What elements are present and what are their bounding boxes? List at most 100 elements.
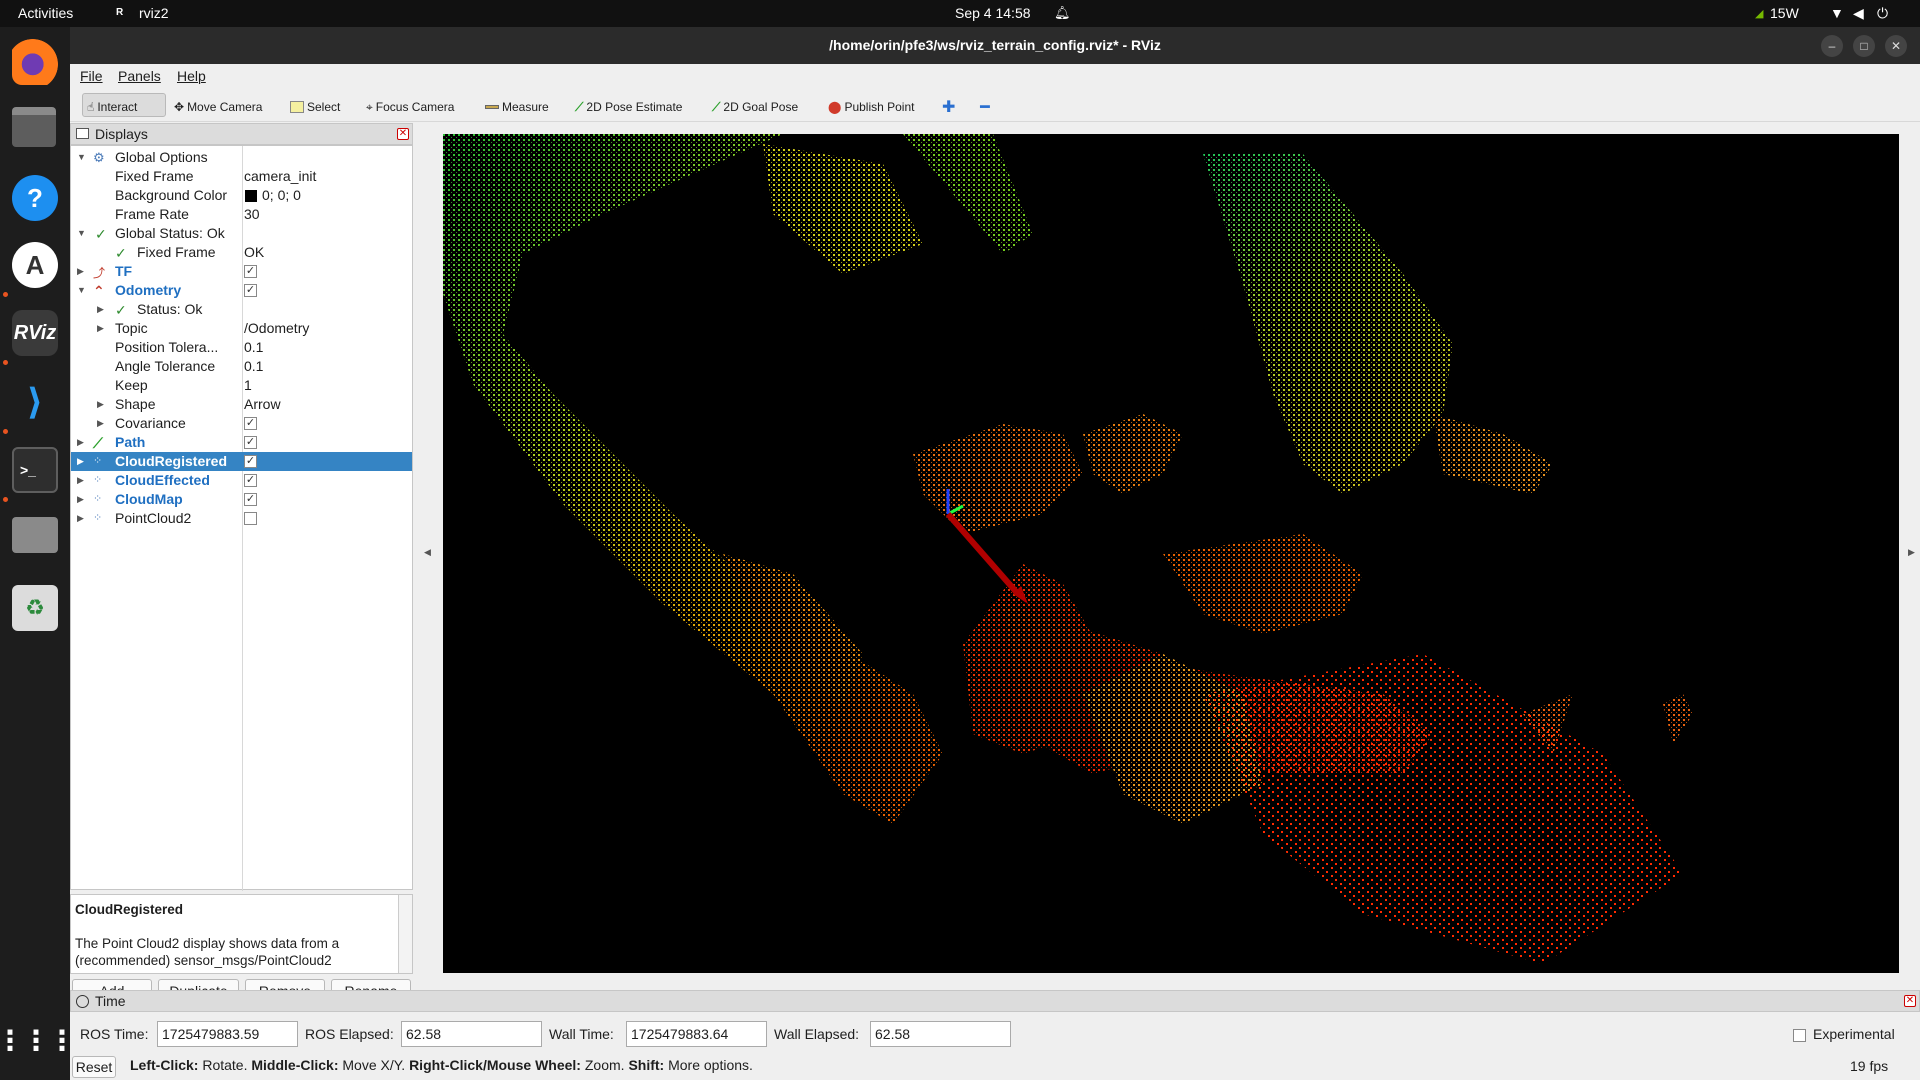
enable-checkbox[interactable]: ✓ — [244, 265, 257, 278]
row-value[interactable]: 0.1 — [244, 339, 263, 355]
tree-row-background-color[interactable]: Background Color 0; 0; 0 — [71, 186, 412, 205]
tree-row-global-status[interactable]: ▼ ✓ Global Status: Ok — [71, 224, 412, 243]
experimental-checkbox[interactable] — [1793, 1029, 1806, 1042]
rviz-icon[interactable]: RViz — [12, 310, 58, 356]
tree-row-path[interactable]: ▶ ⟋ Path ✓ — [71, 433, 412, 452]
row-value[interactable]: /Odometry — [244, 320, 309, 336]
goal-pose-tool[interactable]: ⟋ 2D Goal Pose — [708, 93, 802, 117]
color-swatch[interactable] — [245, 190, 257, 202]
row-value[interactable]: camera_init — [244, 168, 316, 184]
measure-tool[interactable]: Measure — [481, 93, 553, 117]
tree-row-odometry[interactable]: ▼ ⌃ Odometry ✓ — [71, 281, 412, 300]
tree-row-cloudregistered[interactable]: ▶ ⁘ CloudRegistered ✓ — [71, 452, 412, 471]
enable-checkbox[interactable]: ✓ — [244, 284, 257, 297]
interact-tool[interactable]: ☝ Interact — [82, 93, 166, 117]
collapse-right-icon[interactable]: ▶ — [1908, 547, 1915, 558]
tree-row-cloudeffected[interactable]: ▶ ⁘ CloudEffected ✓ — [71, 471, 412, 490]
wall-elapsed-field[interactable]: 62.58 — [870, 1021, 1011, 1047]
close-window-button[interactable]: ✕ — [1885, 35, 1907, 57]
tree-row-position-tolerance[interactable]: Position Tolera... 0.1 — [71, 338, 412, 357]
displays-title: Displays — [95, 126, 148, 142]
expand-arrow-icon[interactable]: ▶ — [97, 418, 104, 429]
tree-row-covariance[interactable]: ▶ Covariance ✓ — [71, 414, 412, 433]
row-value[interactable]: Arrow — [244, 396, 281, 412]
tree-row-frame-rate[interactable]: Frame Rate 30 — [71, 205, 412, 224]
tree-row-pointcloud2[interactable]: ▶ ⁘ PointCloud2 — [71, 509, 412, 528]
enable-checkbox[interactable] — [244, 512, 257, 525]
pose-estimate-tool[interactable]: ⟋ 2D Pose Estimate — [571, 93, 686, 117]
row-value[interactable]: 1 — [244, 377, 252, 393]
expand-arrow-icon[interactable]: ▶ — [77, 513, 84, 524]
expand-arrow-icon[interactable]: ▶ — [77, 475, 84, 486]
ros-elapsed-field[interactable]: 62.58 — [401, 1021, 542, 1047]
drive-icon[interactable] — [12, 517, 58, 553]
menu-panels[interactable]: Panels — [118, 68, 161, 84]
publish-point-tool[interactable]: ⬤ Publish Point — [824, 93, 918, 117]
firefox-icon[interactable] — [12, 39, 58, 85]
enable-checkbox[interactable]: ✓ — [244, 455, 257, 468]
tree-row-fixed-frame-status[interactable]: ✓ Fixed Frame OK — [71, 243, 412, 262]
ros-time-field[interactable]: 1725479883.59 — [157, 1021, 298, 1047]
expand-arrow-icon[interactable]: ▶ — [77, 494, 84, 505]
wifi-icon[interactable]: ▼ — [1830, 5, 1844, 21]
select-tool[interactable]: Select — [286, 93, 344, 117]
description-scrollbar[interactable] — [398, 895, 412, 973]
enable-checkbox[interactable]: ✓ — [244, 417, 257, 430]
collapse-left-icon[interactable]: ◀ — [424, 547, 431, 558]
pose-estimate-label: 2D Pose Estimate — [586, 100, 683, 114]
collapse-arrow-icon[interactable]: ▼ — [77, 152, 86, 162]
add-tool-button[interactable]: ✚ — [938, 93, 959, 117]
expand-arrow-icon[interactable]: ▶ — [77, 437, 84, 448]
expand-arrow-icon[interactable]: ▶ — [97, 323, 104, 334]
software-center-icon[interactable]: A — [12, 242, 58, 288]
menu-help[interactable]: Help — [177, 68, 206, 84]
expand-arrow-icon[interactable]: ▶ — [77, 456, 84, 467]
tree-row-shape[interactable]: ▶ Shape Arrow — [71, 395, 412, 414]
tree-row-topic[interactable]: ▶ Topic /Odometry — [71, 319, 412, 338]
tree-row-angle-tolerance[interactable]: Angle Tolerance 0.1 — [71, 357, 412, 376]
tree-row-fixed-frame[interactable]: Fixed Frame camera_init — [71, 167, 412, 186]
tree-row-tf[interactable]: ▶ ⤴ TF ✓ — [71, 262, 412, 281]
enable-checkbox[interactable]: ✓ — [244, 436, 257, 449]
collapse-arrow-icon[interactable]: ▼ — [77, 228, 86, 238]
displays-tree: ▼ ⚙ Global Options Fixed Frame camera_in… — [70, 145, 413, 891]
row-label: Covariance — [115, 415, 186, 431]
close-panel-icon[interactable]: ✕ — [1904, 995, 1916, 1007]
3d-viewport[interactable] — [443, 134, 1899, 973]
tree-row-keep[interactable]: Keep 1 — [71, 376, 412, 395]
displays-header: Displays ✕ — [70, 123, 413, 145]
minimize-button[interactable]: – — [1821, 35, 1843, 57]
power-icon[interactable]: ⏻ — [1877, 5, 1888, 22]
reset-button[interactable]: Reset — [72, 1056, 116, 1078]
help-icon[interactable]: ? — [12, 175, 58, 221]
files-icon[interactable] — [12, 107, 56, 147]
show-apps-icon[interactable]: ⋮⋮⋮ — [0, 1017, 76, 1063]
expand-arrow-icon[interactable]: ▶ — [97, 304, 104, 315]
close-panel-icon[interactable]: ✕ — [397, 128, 409, 140]
remove-tool-button[interactable]: ━ — [976, 93, 994, 117]
row-value[interactable]: 30 — [244, 206, 260, 222]
tree-row-global-options[interactable]: ▼ ⚙ Global Options — [71, 148, 412, 167]
trash-icon[interactable]: ♻ — [12, 585, 58, 631]
expand-arrow-icon[interactable]: ▶ — [77, 266, 84, 277]
vscode-icon[interactable]: ⟩ — [12, 379, 58, 425]
power-mode[interactable]: 15W — [1770, 5, 1799, 21]
move-camera-tool[interactable]: ✥ Move Camera — [170, 93, 266, 117]
expand-arrow-icon[interactable]: ▶ — [97, 399, 104, 410]
volume-icon[interactable]: ◀ — [1853, 5, 1864, 22]
enable-checkbox[interactable]: ✓ — [244, 474, 257, 487]
clock[interactable]: Sep 4 14:58 — [955, 5, 1031, 21]
wall-time-field[interactable]: 1725479883.64 — [626, 1021, 767, 1047]
collapse-arrow-icon[interactable]: ▼ — [77, 285, 86, 295]
tree-row-odometry-status[interactable]: ▶ ✓ Status: Ok — [71, 300, 412, 319]
menu-file[interactable]: File — [80, 68, 103, 84]
tree-row-cloudmap[interactable]: ▶ ⁘ CloudMap ✓ — [71, 490, 412, 509]
maximize-button[interactable]: □ — [1853, 35, 1875, 57]
activities-button[interactable]: Activities — [18, 5, 73, 21]
terminal-icon[interactable]: >_ — [12, 447, 58, 493]
row-value[interactable]: 0; 0; 0 — [262, 187, 301, 203]
focus-camera-tool[interactable]: ⌖ Focus Camera — [362, 93, 458, 117]
row-value[interactable]: 0.1 — [244, 358, 263, 374]
app-menu[interactable]: rviz2 — [139, 5, 169, 21]
enable-checkbox[interactable]: ✓ — [244, 493, 257, 506]
